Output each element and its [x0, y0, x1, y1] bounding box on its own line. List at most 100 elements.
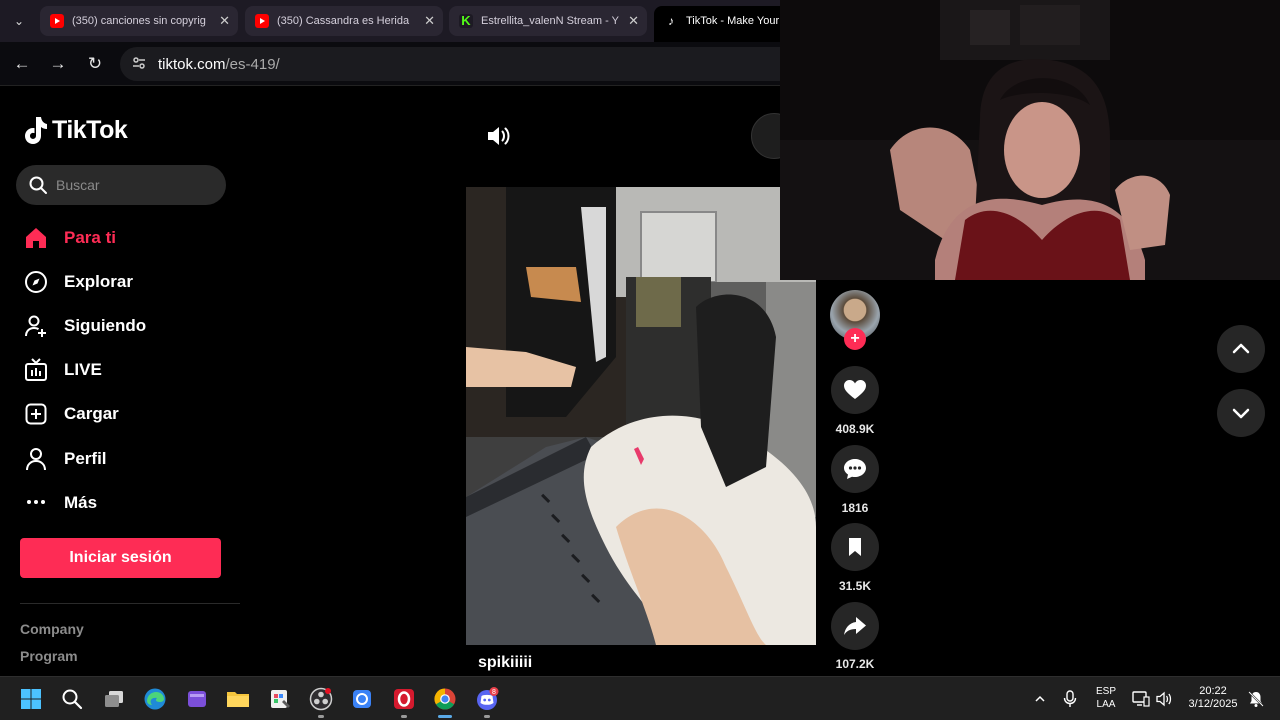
nav-item-siguiendo[interactable]: Siguiendo — [22, 311, 146, 341]
obs-studio-icon[interactable] — [307, 685, 335, 713]
follow-plus-icon[interactable]: + — [844, 328, 866, 350]
youtube-icon — [50, 14, 64, 28]
share-count: 107.2K — [835, 657, 875, 671]
chrome-icon[interactable] — [431, 685, 459, 713]
forward-arrow-icon[interactable]: → — [46, 52, 70, 76]
nav-label: LIVE — [64, 360, 102, 379]
clock-time: 20:22 — [1199, 685, 1227, 697]
tiktok-logo[interactable]: TikTok — [22, 112, 128, 148]
upload-icon — [22, 400, 50, 428]
close-tab-icon[interactable]: ✕ — [219, 6, 230, 36]
footer-link-company[interactable]: Company — [20, 621, 84, 637]
running-indicator — [484, 715, 490, 718]
browser-tab-bar: ⌄ (350) canciones sin copyrig ✕ (350) Ca… — [0, 0, 794, 42]
microphone-icon[interactable] — [1056, 685, 1084, 713]
volume-icon[interactable] — [480, 118, 516, 154]
login-button[interactable]: Iniciar sesión — [20, 538, 221, 578]
heart-icon — [844, 380, 866, 399]
kick-icon: K — [459, 14, 473, 28]
tiktok-sidebar: TikTok Para ti Explorar Siguiendo LIVE C… — [0, 88, 245, 678]
like-button[interactable] — [831, 366, 879, 414]
paint-icon[interactable] — [266, 685, 294, 713]
footer-link-program[interactable]: Program — [20, 648, 78, 664]
clock[interactable]: 20:22 3/12/2025 — [1180, 685, 1246, 711]
file-explorer-icon[interactable] — [224, 685, 252, 713]
nav-item-live[interactable]: LIVE — [22, 355, 102, 385]
clipchamp-icon[interactable] — [183, 685, 211, 713]
edge-browser-icon[interactable] — [141, 685, 169, 713]
comment-button[interactable] — [831, 445, 879, 493]
previous-video-button[interactable] — [1217, 325, 1265, 373]
nav-label: Más — [64, 493, 98, 512]
search-input[interactable] — [56, 173, 216, 197]
browser-tab[interactable]: (350) canciones sin copyrig ✕ — [40, 6, 238, 36]
webcam-overlay — [780, 0, 1280, 280]
task-view-icon[interactable] — [100, 685, 128, 713]
search-icon[interactable] — [58, 685, 86, 713]
comment-count: 1816 — [841, 501, 869, 515]
following-icon — [22, 312, 50, 340]
running-indicator — [401, 715, 407, 718]
windows-start-icon[interactable] — [17, 685, 45, 713]
video-player[interactable] — [466, 187, 816, 645]
tab-title: Estrellita_valenN Stream - Y — [481, 15, 619, 27]
notifications-bell-icon[interactable] — [1242, 685, 1270, 713]
profile-icon — [22, 445, 50, 473]
clock-date: 3/12/2025 — [1188, 698, 1238, 710]
nav-item-mas[interactable]: Más — [22, 488, 97, 518]
live-tv-icon — [22, 356, 50, 384]
search-icon — [29, 176, 47, 194]
discord-icon[interactable]: 8 — [473, 685, 501, 713]
nav-label: Explorar — [64, 272, 133, 291]
browser-tab[interactable]: K Estrellita_valenN Stream - Y ✕ — [449, 6, 647, 36]
keyboard-layout: LAA — [1096, 699, 1116, 710]
share-arrow-icon — [844, 617, 866, 635]
screen: ⌄ (350) canciones sin copyrig ✕ (350) Ca… — [0, 0, 1280, 720]
nav-item-perfil[interactable]: Perfil — [22, 444, 107, 474]
next-video-button[interactable] — [1217, 389, 1265, 437]
youtube-icon — [255, 14, 269, 28]
active-indicator — [438, 715, 452, 718]
share-button[interactable] — [831, 602, 879, 650]
chevron-up-icon — [1232, 343, 1250, 354]
nav-label: Siguiendo — [64, 316, 147, 335]
address-bar[interactable]: tiktok.com/es-419/ — [120, 47, 800, 81]
more-icon — [22, 489, 50, 517]
comment-icon — [844, 459, 866, 479]
browser-tab[interactable]: (350) Cassandra es Herida ✕ — [245, 6, 443, 36]
speaker-icon[interactable] — [1150, 685, 1178, 713]
chevron-down-icon — [1232, 408, 1250, 419]
tab-title: TikTok - Make Your — [686, 15, 780, 27]
search-box[interactable] — [16, 165, 226, 205]
tiktok-wordmark: TikTok — [52, 115, 128, 144]
like-count: 408.9K — [835, 422, 875, 436]
home-icon — [22, 224, 50, 252]
video-frame-image — [466, 187, 816, 645]
url-path: /es-419/ — [225, 56, 280, 73]
language-code: ESP — [1095, 686, 1116, 697]
snipping-tool-icon[interactable] — [348, 685, 376, 713]
nav-label: Perfil — [64, 449, 107, 468]
nav-item-cargar[interactable]: Cargar — [22, 399, 119, 429]
save-button[interactable] — [831, 523, 879, 571]
browser-tab-active[interactable]: ♪ TikTok - Make Your — [654, 6, 794, 42]
video-author-username[interactable]: spikiiiii — [478, 654, 532, 672]
back-arrow-icon[interactable]: ← — [10, 52, 34, 76]
tab-title: (350) canciones sin copyrig — [72, 15, 206, 27]
nav-item-para-ti[interactable]: Para ti — [22, 223, 116, 253]
tiktok-icon: ♪ — [668, 14, 674, 28]
chevron-up-icon[interactable] — [1026, 685, 1054, 713]
close-tab-icon[interactable]: ✕ — [424, 6, 435, 36]
language-indicator[interactable]: ESP LAA — [1092, 685, 1120, 711]
nav-item-explorar[interactable]: Explorar — [22, 267, 133, 297]
tab-search-chevron-icon[interactable]: ⌄ — [8, 10, 30, 32]
site-settings-icon[interactable] — [130, 55, 148, 73]
url-host: tiktok.com — [158, 56, 226, 73]
browser-toolbar: ← → ↻ tiktok.com/es-419/ — [0, 42, 800, 86]
tab-title: (350) Cassandra es Herida — [277, 15, 410, 27]
save-count: 31.5K — [838, 579, 872, 593]
reload-icon[interactable]: ↻ — [83, 52, 107, 76]
opera-icon[interactable] — [390, 685, 418, 713]
close-tab-icon[interactable]: ✕ — [628, 6, 639, 36]
bookmark-icon — [849, 538, 861, 556]
